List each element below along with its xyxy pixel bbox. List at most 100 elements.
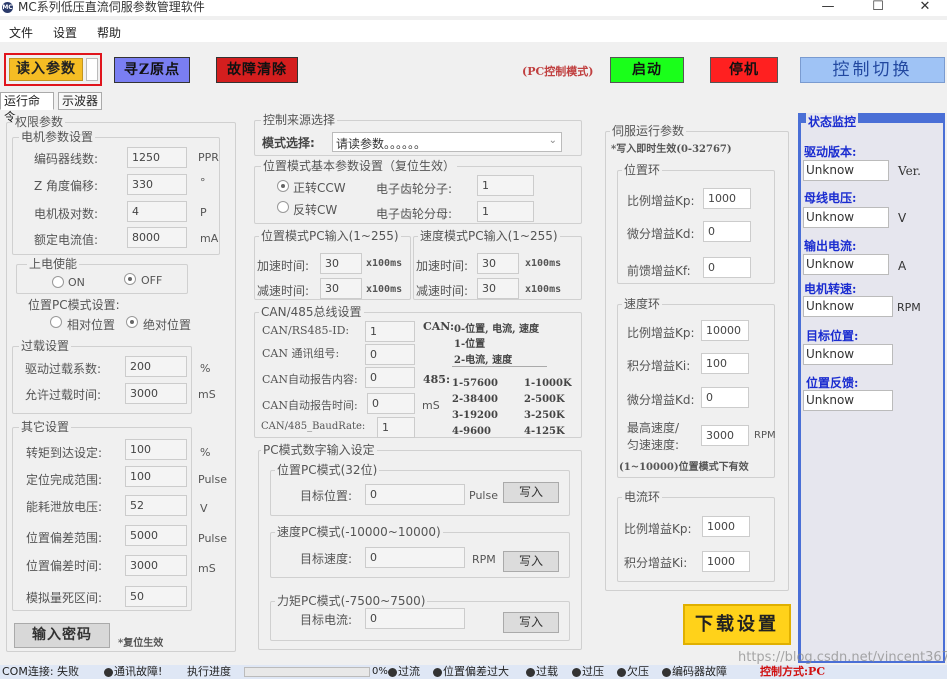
overload-time-field[interactable]: 3000 xyxy=(125,383,187,404)
can-report-time-label: CAN自动报告时间: xyxy=(262,399,358,412)
relative-position-radio[interactable] xyxy=(50,316,62,328)
speed-dec-time-unit: x100ms xyxy=(525,284,562,295)
progress-bar xyxy=(244,667,370,677)
torque-pc-mode-title: 力矩PC模式(-7500~7500) xyxy=(275,594,428,608)
status-monitor-title: 状态监控 xyxy=(806,113,859,130)
absolute-position-radio[interactable] xyxy=(126,316,138,328)
cw-radio[interactable] xyxy=(277,201,289,213)
position-error-time-label: 位置偏差时间: xyxy=(26,559,103,573)
spd-ki-field[interactable]: 100 xyxy=(701,353,749,374)
control-switch-button[interactable]: 控制切换 xyxy=(800,57,945,83)
can-report-content-field[interactable]: 0 xyxy=(365,367,415,388)
tab-oscilloscope[interactable]: 示波器 xyxy=(58,92,102,110)
spd-ki-label: 积分增益Ki: xyxy=(627,359,691,373)
power-on-enable-title: 上电使能 xyxy=(27,257,80,271)
spd-kd-field[interactable]: 0 xyxy=(701,387,749,408)
gear-numerator-field[interactable]: 1 xyxy=(477,175,534,196)
start-button[interactable]: 启动 xyxy=(610,57,684,83)
tab-run-command[interactable]: 运行命令 xyxy=(0,92,54,124)
position-basic-title: 位置模式基本参数设置（复位生效） xyxy=(261,159,458,173)
read-params-button[interactable]: 读入参数 xyxy=(9,58,83,81)
position-error-time-field[interactable]: 3000 xyxy=(125,555,187,576)
position-dec-time-label: 减速时间: xyxy=(257,284,310,298)
pos-kd-field[interactable]: 0 xyxy=(703,221,751,242)
baud-485-4: 4-9600 xyxy=(452,426,491,437)
baud-485-1: 1-57600 xyxy=(452,378,498,389)
target-position-field[interactable]: 0 xyxy=(365,484,465,505)
overload-indicator: 过载 xyxy=(526,665,558,679)
speed-pc-input-title: 速度模式PC输入(1~255) xyxy=(418,229,560,243)
maximize-button[interactable]: ☐ xyxy=(858,0,898,16)
minimize-button[interactable]: — xyxy=(808,0,848,16)
target-speed-label: 目标速度: xyxy=(300,552,353,566)
can-report-time-field[interactable]: 0 xyxy=(367,393,415,414)
pos-kp-label: 比例增益Kp: xyxy=(627,194,695,208)
analog-deadzone-field[interactable]: 50 xyxy=(125,586,187,607)
mode-select-dropdown[interactable]: 请读参数。。。。。。 ⌄ xyxy=(332,132,562,152)
target-position-label: 目标位置: xyxy=(300,489,353,503)
enter-password-button[interactable]: 输入密码 xyxy=(14,623,110,648)
rated-current-unit: mA xyxy=(200,232,219,245)
gear-denominator-label: 电子齿轮分母: xyxy=(376,207,453,221)
menu-settings[interactable]: 设置 xyxy=(53,24,77,41)
speed-acc-time-field[interactable]: 30 xyxy=(477,253,519,274)
pos-kf-field[interactable]: 0 xyxy=(703,257,751,278)
cur-ki-field[interactable]: 1000 xyxy=(702,551,750,572)
baud-can-4: 4-125K xyxy=(524,426,565,437)
download-settings-button[interactable]: 下载设置 xyxy=(683,604,791,645)
pole-pairs-field[interactable]: 4 xyxy=(127,201,187,222)
target-speed-unit: RPM xyxy=(472,553,496,566)
can-485-title: CAN/485总线设置 xyxy=(259,305,364,319)
reset-effective-note: *复位生效 xyxy=(118,638,164,649)
gear-denominator-field[interactable]: 1 xyxy=(477,201,534,222)
speed-dec-time-label: 减速时间: xyxy=(416,284,469,298)
enable-on-radio[interactable] xyxy=(52,276,64,288)
encoder-lines-field[interactable]: 1250 xyxy=(127,147,187,168)
close-button[interactable]: ✕ xyxy=(905,0,945,16)
ccw-radio[interactable] xyxy=(277,180,289,192)
clear-fault-button[interactable]: 故障清除 xyxy=(216,57,298,83)
position-acc-time-field[interactable]: 30 xyxy=(320,253,362,274)
write-speed-button[interactable]: 写入 xyxy=(503,551,559,572)
current-loop-title: 电流环 xyxy=(622,490,663,504)
find-z-origin-button[interactable]: 寻Z原点 xyxy=(114,57,190,83)
enable-off-radio[interactable] xyxy=(124,273,136,285)
can-group-label: CAN 通讯组号: xyxy=(262,347,340,360)
status-bar: COM连接: 失败 通讯故障! 执行进度 0% 过流 位置偏差过大 过载 过压 … xyxy=(0,665,947,679)
rated-current-field[interactable]: 8000 xyxy=(127,227,187,248)
drive-version-unit: Ver. xyxy=(898,164,921,178)
servo-params-note: *写入即时生效(0-32767) xyxy=(611,144,732,155)
baud-485-3: 3-19200 xyxy=(452,410,498,421)
overload-coef-field[interactable]: 200 xyxy=(125,356,187,377)
can-id-field[interactable]: 1 xyxy=(365,321,415,342)
target-speed-field[interactable]: 0 xyxy=(365,547,465,568)
write-position-button[interactable]: 写入 xyxy=(503,482,559,503)
stop-button[interactable]: 停机 xyxy=(710,57,778,83)
rs485-note-title: 485: xyxy=(423,373,451,386)
positioning-range-field[interactable]: 100 xyxy=(125,466,187,487)
position-error-dot-icon xyxy=(433,667,442,677)
rated-current-label: 额定电流值: xyxy=(34,233,99,247)
cur-kp-field[interactable]: 1000 xyxy=(702,516,750,537)
max-speed-label-2: 匀速速度: xyxy=(627,438,680,452)
spd-kp-field[interactable]: 10000 xyxy=(701,320,749,341)
target-current-field[interactable]: 0 xyxy=(365,608,465,629)
pos-kp-field[interactable]: 1000 xyxy=(703,188,751,209)
can-id-label: CAN/RS485-ID: xyxy=(262,324,350,337)
target-position-monitor-label: 目标位置: xyxy=(806,329,859,343)
baudrate-field[interactable]: 1 xyxy=(377,417,415,438)
pos-kd-label: 微分增益Kd: xyxy=(627,227,695,241)
menu-file[interactable]: 文件 xyxy=(9,24,33,41)
menu-help[interactable]: 帮助 xyxy=(97,24,121,41)
speed-dec-time-field[interactable]: 30 xyxy=(477,278,519,299)
write-current-button[interactable]: 写入 xyxy=(503,612,559,633)
can-group-field[interactable]: 0 xyxy=(365,344,415,365)
servo-params-title: 伺服运行参数 xyxy=(610,124,687,138)
torque-reach-field[interactable]: 100 xyxy=(125,439,187,460)
z-angle-offset-field[interactable]: 330 xyxy=(127,174,187,195)
position-dec-time-field[interactable]: 30 xyxy=(320,278,362,299)
max-speed-field[interactable]: 3000 xyxy=(701,425,749,446)
position-error-range-field[interactable]: 5000 xyxy=(125,525,187,546)
control-method-status: 控制方式:PC xyxy=(760,665,826,678)
brake-voltage-field[interactable]: 52 xyxy=(125,495,187,516)
